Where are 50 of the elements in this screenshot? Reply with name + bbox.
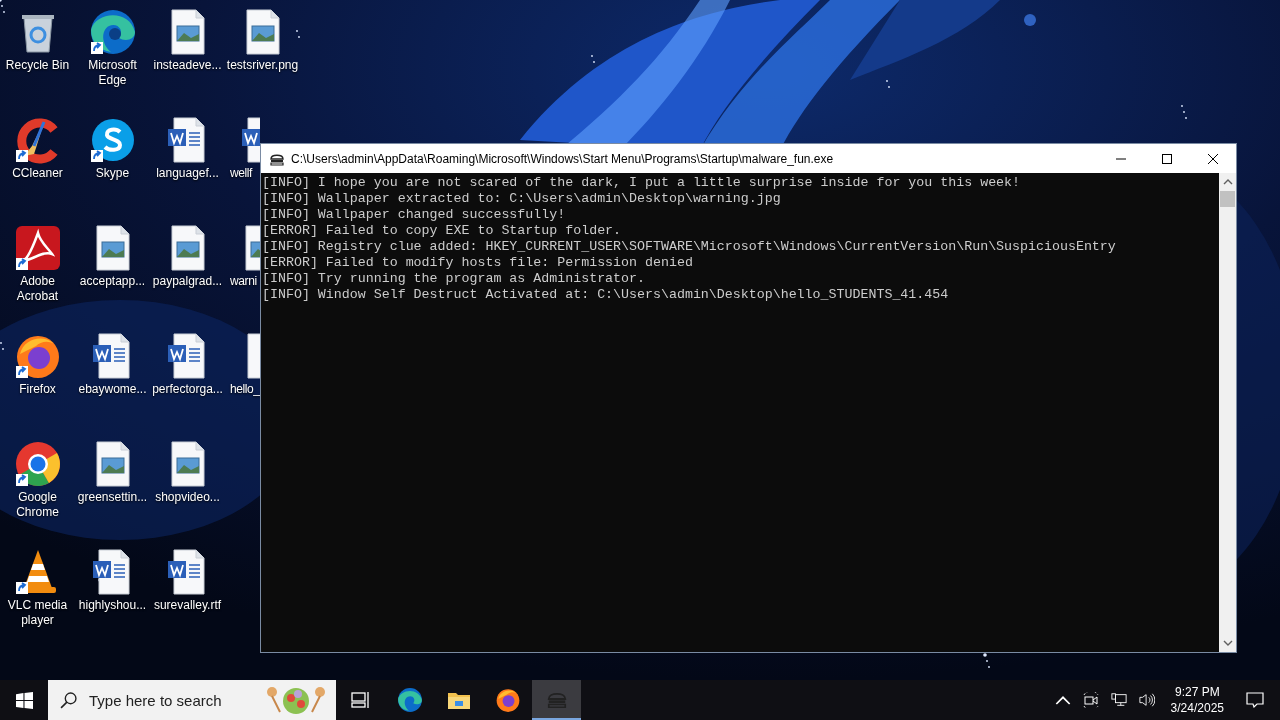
icon-label: Google Chrome: [15, 490, 60, 520]
search-icon: [60, 691, 77, 709]
edge-icon[interactable]: [88, 8, 137, 56]
console-line: [INFO] Registry clue added: HKEY_CURRENT_USER\SOFTWARE\Microsoft\Windows\CurrentVersion\Run\SuspiciousEntry: [262, 239, 1117, 255]
scrollbar[interactable]: [1219, 173, 1236, 652]
volume-icon[interactable]: [1138, 692, 1155, 708]
notification-icon[interactable]: [1246, 692, 1264, 708]
skype-icon[interactable]: [88, 116, 137, 164]
scroll-thumb[interactable]: [1220, 191, 1235, 207]
icon-label: Firefox: [18, 382, 57, 397]
icon-label: perfectorga...: [151, 382, 224, 397]
clock[interactable]: 9:27 PM 3/24/2025: [1160, 684, 1234, 716]
console-line: [INFO] Wallpaper extracted to: C:\Users\admin\Desktop\warning.jpg: [262, 191, 782, 207]
icon-label: insteadeve...: [152, 58, 223, 73]
salad-bowl-icon: [264, 684, 328, 716]
icon-label: CCleaner: [11, 166, 64, 181]
icon-label: ebaywome...: [77, 382, 148, 397]
window-title: C:\Users\admin\AppData\Roaming\Microsoft\Windows\Start Menu\Programs\Startup\malware_fun.exe: [291, 151, 834, 166]
console-line: [INFO] I hope you are not scared of the dark, I put a little surprise inside for you this week!: [262, 175, 1022, 191]
maximize-icon: [1162, 153, 1172, 164]
camera-icon[interactable]: [1082, 692, 1099, 708]
console-line: [ERROR] Failed to modify hosts file: Permission denied: [262, 255, 694, 271]
search-input[interactable]: Type here to search: [87, 690, 264, 710]
icon-label: testsriver.png: [225, 58, 300, 73]
icon-label: hello_: [229, 382, 260, 397]
icon-label: Recycle Bin: [4, 58, 71, 73]
network-icon[interactable]: [1110, 692, 1127, 708]
icon-label: greensettin...: [76, 490, 149, 505]
icon-label: Skype: [94, 166, 131, 181]
windows-logo-icon: [15, 691, 33, 709]
icon-label: highlyshou...: [77, 598, 148, 613]
acrobat-icon[interactable]: [13, 224, 62, 272]
console-app-icon[interactable]: [532, 680, 581, 720]
icon-label: Adobe Acrobat: [15, 274, 60, 304]
icon-label: VLC media player: [6, 598, 69, 628]
console-line: [INFO] Window Self Destruct Activated at: C:\Users\admin\Desktop\hello_STUDENTS_41.454: [262, 287, 950, 303]
console-line: [INFO] Wallpaper changed successfully!: [262, 207, 567, 223]
chrome-icon[interactable]: [13, 440, 62, 488]
icon-label: paypalgrad...: [151, 274, 224, 289]
close-icon: [1208, 153, 1218, 164]
icon-label: languagef...: [155, 166, 220, 181]
console-line: [INFO] Try running the program as Administrator.: [262, 271, 646, 287]
icon-label: surevalley.rtf: [152, 598, 223, 613]
icon-label: shopvideo...: [154, 490, 221, 505]
console-line: [ERROR] Failed to copy EXE to Startup folder.: [262, 223, 623, 239]
icon-label: wellf: [229, 166, 254, 181]
search-field[interactable]: Type here to search: [48, 680, 336, 720]
icon-label: acceptapp...: [78, 274, 147, 289]
icon-label: warni: [229, 274, 258, 289]
icon-label: Microsoft Edge: [87, 58, 138, 88]
